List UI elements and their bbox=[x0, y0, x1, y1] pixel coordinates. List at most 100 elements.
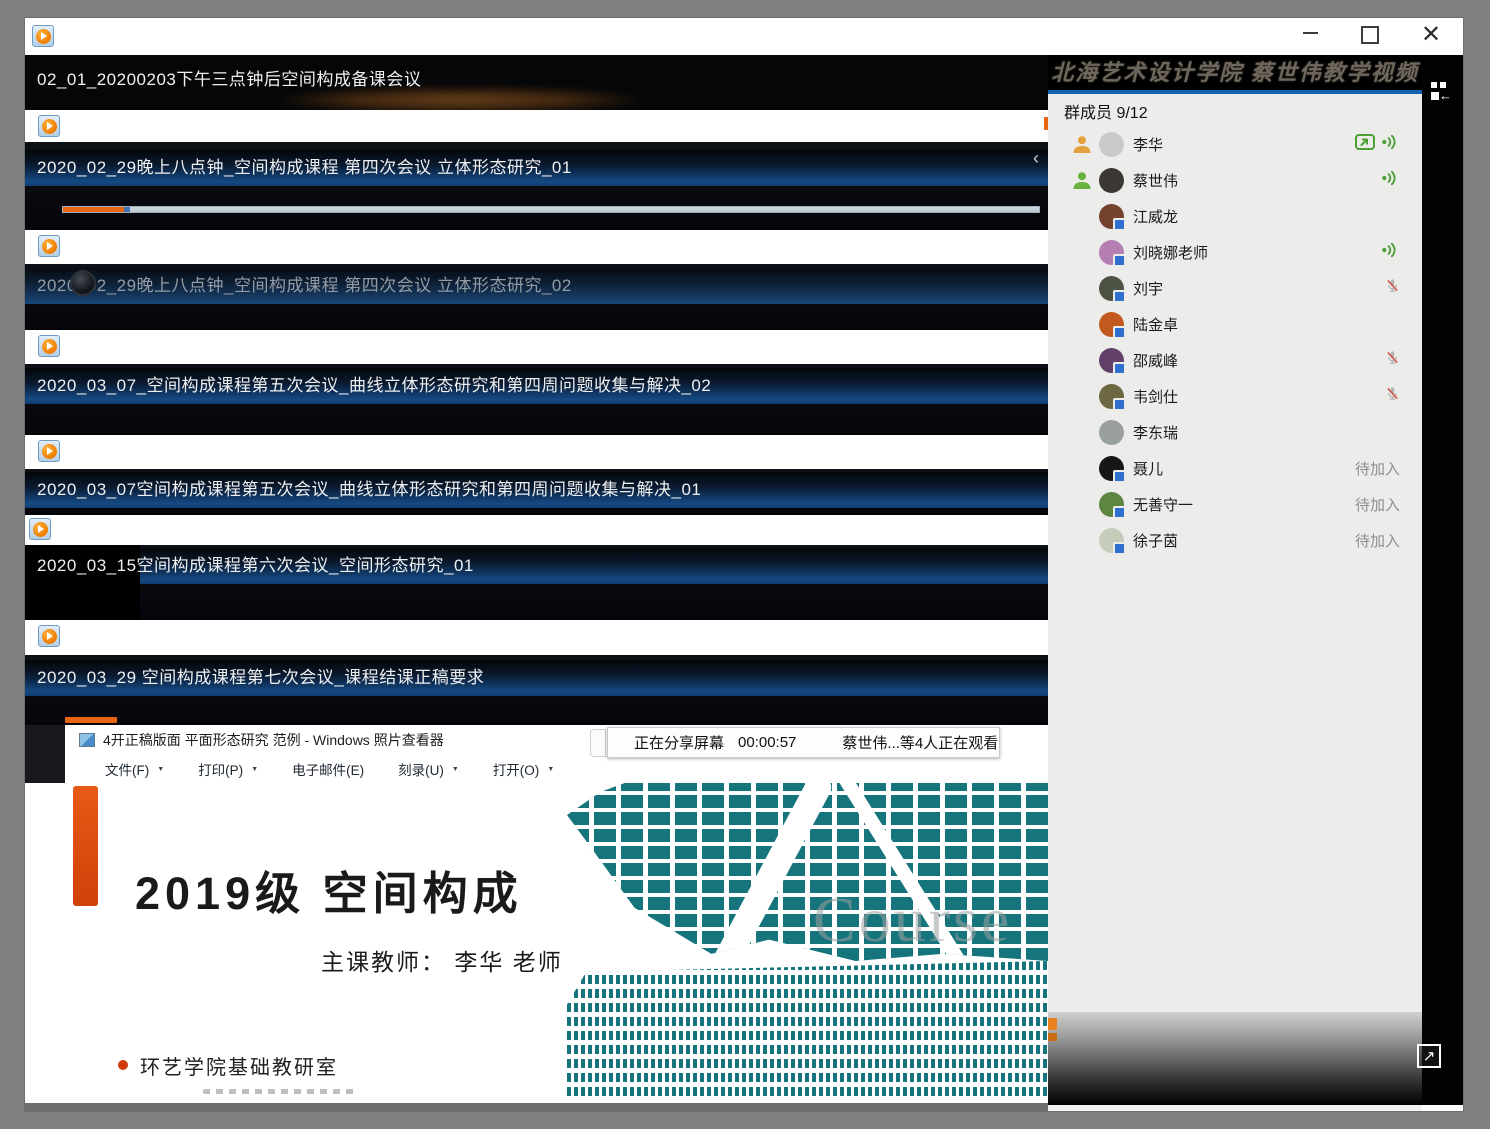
member-row[interactable]: 李东瑞 bbox=[1048, 414, 1422, 450]
mobile-badge bbox=[1113, 326, 1126, 339]
video-title: 2020_03_15空间构成课程第六次会议_空间形态研究_01 bbox=[37, 548, 474, 584]
media-player-icon[interactable] bbox=[38, 625, 60, 647]
member-avatar bbox=[1099, 276, 1124, 301]
video-title: 2020_03_07_空间构成课程第五次会议_曲线立体形态研究和第四周问题收集与… bbox=[37, 368, 711, 404]
member-avatar bbox=[1099, 456, 1124, 481]
main-window: ✕ 02_01_20200203下午三点钟后空间构成备课会议 2020_02_2… bbox=[25, 18, 1463, 1111]
member-row[interactable]: 邵威峰 bbox=[1048, 342, 1422, 378]
menu-item-file[interactable]: 文件(F) bbox=[105, 759, 164, 779]
video-title: 02_01_20200203下午三点钟后空间构成备课会议 bbox=[37, 69, 421, 91]
members-header: 群成员 9/12 bbox=[1064, 99, 1148, 123]
media-player-icon[interactable] bbox=[38, 115, 60, 137]
member-avatar bbox=[1099, 384, 1124, 409]
video-title: 2020_02_29晚上八点钟_空间构成课程 第四次会议 立体形态研究_01 bbox=[37, 150, 572, 186]
pending-status: 待加入 bbox=[1355, 458, 1400, 479]
player-titlebar[interactable] bbox=[25, 515, 1048, 545]
share-timer: 00:00:57 bbox=[738, 734, 796, 751]
media-player-icon[interactable] bbox=[38, 335, 60, 357]
video-window-3[interactable]: 2020_02_29晚上八点钟_空间构成课程 第四次会议 立体形态研究_02 bbox=[25, 264, 1048, 330]
mobile-badge bbox=[1113, 542, 1126, 555]
photo-viewer-title: 4开正稿版面 平面形态研究 范例 - Windows 照片查看器 bbox=[103, 730, 444, 750]
video-window-6[interactable]: 2020_03_15空间构成课程第六次会议_空间形态研究_01 bbox=[25, 545, 1048, 620]
minimize-button[interactable] bbox=[1303, 32, 1318, 34]
video-window-1[interactable]: 02_01_20200203下午三点钟后空间构成备课会议 bbox=[25, 55, 1048, 110]
member-row[interactable]: 李华 bbox=[1048, 126, 1422, 162]
video-title: 2020_03_07空间构成课程第五次会议_曲线立体形态研究和第四周问题收集与解… bbox=[37, 472, 701, 508]
mobile-badge bbox=[1113, 470, 1126, 483]
member-name: 李东瑞 bbox=[1133, 422, 1178, 443]
bullet-icon bbox=[118, 1060, 128, 1070]
player-titlebar[interactable] bbox=[25, 110, 1048, 142]
slide-accent-bar bbox=[73, 786, 98, 906]
mobile-badge bbox=[1113, 506, 1126, 519]
seek-bar-handle[interactable] bbox=[124, 207, 130, 212]
member-avatar bbox=[1099, 240, 1124, 265]
player-titlebar[interactable] bbox=[25, 330, 1048, 364]
bottom-gray-bar bbox=[25, 1103, 1048, 1111]
slide-date-smudge bbox=[203, 1089, 358, 1094]
popout-window-icon[interactable]: ↗ bbox=[1417, 1044, 1441, 1068]
media-player-icon[interactable] bbox=[38, 235, 60, 257]
member-avatar bbox=[1099, 348, 1124, 373]
player-titlebar[interactable] bbox=[25, 620, 1048, 655]
member-row[interactable]: 刘晓娜老师 bbox=[1048, 234, 1422, 270]
slide-map-hatching bbox=[567, 961, 1048, 1097]
seek-bar[interactable] bbox=[62, 206, 1040, 213]
members-panel: 北海艺术设计学院 蔡世伟教学视频 群成员 9/12 李华 bbox=[1048, 55, 1422, 1111]
member-role-icon bbox=[1072, 134, 1099, 154]
member-row[interactable]: 江威龙 bbox=[1048, 198, 1422, 234]
member-row[interactable]: 韦剑仕 bbox=[1048, 378, 1422, 414]
video-window-5[interactable]: 2020_03_07空间构成课程第五次会议_曲线立体形态研究和第四周问题收集与解… bbox=[25, 469, 1048, 515]
video-stack: 02_01_20200203下午三点钟后空间构成备课会议 2020_02_29晚… bbox=[25, 55, 1048, 1111]
panel-collapse-icon[interactable]: ‹ bbox=[1033, 149, 1039, 167]
member-name: 韦剑仕 bbox=[1133, 386, 1178, 407]
webcam-icon bbox=[70, 270, 96, 296]
video-window-7[interactable]: 2020_03_29 空间构成课程第七次会议_课程结课正稿要求 bbox=[25, 655, 1048, 725]
member-name: 刘宇 bbox=[1133, 278, 1163, 299]
member-row[interactable]: 徐子茵 bbox=[1048, 522, 1422, 558]
member-avatar bbox=[1099, 528, 1124, 553]
menu-item-burn[interactable]: 刻录(U) bbox=[398, 759, 459, 779]
video-title: 2020_03_29 空间构成课程第七次会议_课程结课正稿要求 bbox=[37, 660, 484, 696]
slide-teacher-line: 主课教师： 李华 老师 bbox=[321, 943, 563, 977]
panel-body: 群成员 9/12 李华 bbox=[1048, 94, 1422, 1012]
member-name: 陆金卓 bbox=[1133, 314, 1178, 335]
close-icon[interactable]: ✕ bbox=[1419, 20, 1443, 50]
media-player-icon[interactable] bbox=[29, 518, 51, 540]
member-avatar bbox=[1099, 132, 1124, 157]
menu-item-email[interactable]: 电子邮件(E) bbox=[292, 759, 364, 779]
member-row[interactable]: 陆金卓 bbox=[1048, 306, 1422, 342]
seek-bar-progress bbox=[65, 717, 117, 723]
media-player-icon[interactable] bbox=[32, 25, 54, 47]
pending-status: 待加入 bbox=[1355, 530, 1400, 551]
menu-item-open[interactable]: 打开(O) bbox=[493, 759, 554, 779]
video-window-4[interactable]: 2020_03_07_空间构成课程第五次会议_曲线立体形态研究和第四周问题收集与… bbox=[25, 364, 1048, 435]
member-row[interactable]: 刘宇 bbox=[1048, 270, 1422, 306]
layout-dock-icon[interactable]: ← bbox=[1431, 82, 1453, 102]
video-window-2[interactable]: 2020_02_29晚上八点钟_空间构成课程 第四次会议 立体形态研究_01 bbox=[25, 142, 1048, 230]
member-name: 无善守一 bbox=[1133, 494, 1193, 515]
photo-viewer-canvas[interactable]: Course 2019级 空间构成 主课教师： 李华 老师 环艺学院基础教研室 bbox=[25, 783, 1048, 1103]
mic-muted-icon bbox=[1385, 278, 1400, 298]
member-row[interactable]: 无善守一 bbox=[1048, 486, 1422, 522]
audio-speaking-icon bbox=[1381, 134, 1400, 155]
share-banner-handle[interactable] bbox=[590, 729, 606, 757]
mobile-badge bbox=[1113, 398, 1126, 411]
edge-artifact bbox=[1048, 1033, 1057, 1041]
player-titlebar[interactable] bbox=[25, 230, 1048, 264]
media-player-icon[interactable] bbox=[38, 440, 60, 462]
maximize-button[interactable] bbox=[1361, 26, 1379, 44]
audio-speaking-icon bbox=[1381, 242, 1400, 263]
mobile-badge bbox=[1113, 218, 1126, 231]
member-role-icon bbox=[1072, 170, 1099, 190]
member-row[interactable]: 蔡世伟 bbox=[1048, 162, 1422, 198]
share-status: 正在分享屏幕 bbox=[634, 732, 724, 753]
player-titlebar[interactable] bbox=[25, 435, 1048, 469]
member-row[interactable]: 聂儿 bbox=[1048, 450, 1422, 486]
share-banner: 正在分享屏幕 00:00:57 蔡世伟...等4人正在观看 bbox=[607, 727, 1000, 758]
member-name: 邵威峰 bbox=[1133, 350, 1178, 371]
member-avatar bbox=[1099, 204, 1124, 229]
menu-item-print[interactable]: 打印(P) bbox=[198, 759, 258, 779]
video-title: 2020_02_29晚上八点钟_空间构成课程 第四次会议 立体形态研究_02 bbox=[37, 268, 572, 304]
pending-status: 待加入 bbox=[1355, 494, 1400, 515]
